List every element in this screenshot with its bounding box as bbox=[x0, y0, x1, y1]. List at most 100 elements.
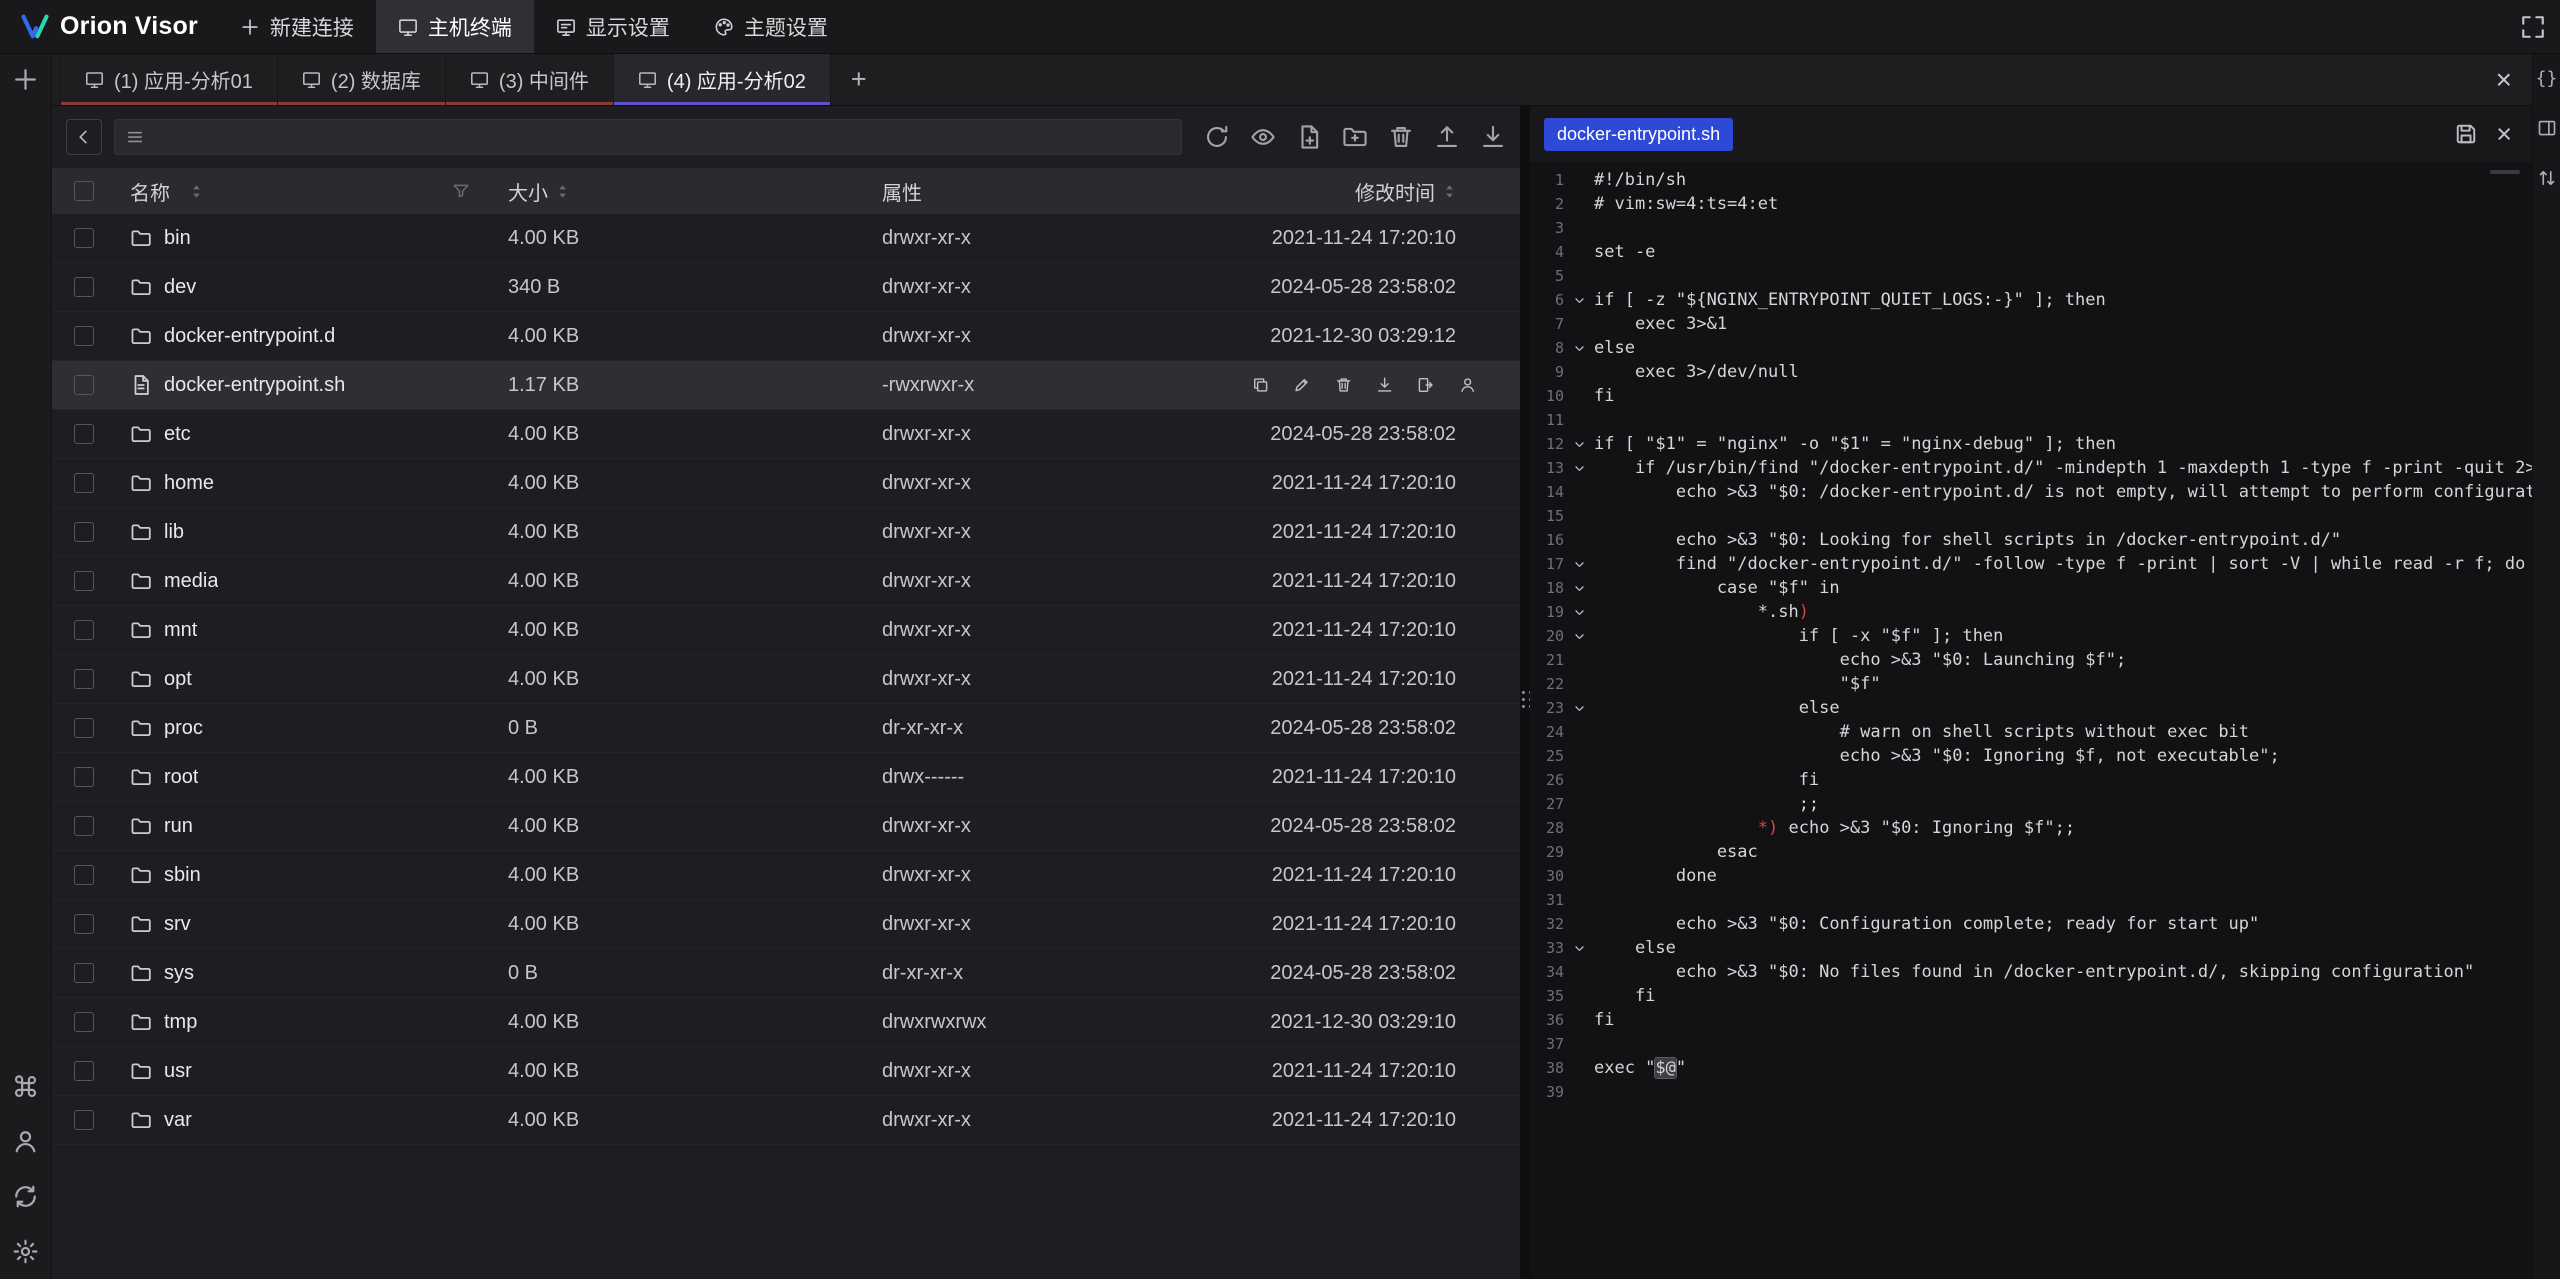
file-name[interactable]: docker-entrypoint.d bbox=[164, 325, 335, 348]
table-row[interactable]: opt4.00 KBdrwxr-xr-x2021-11-24 17:20:10 bbox=[52, 655, 1520, 704]
row-checkbox[interactable] bbox=[74, 228, 94, 248]
new-file-icon[interactable] bbox=[1296, 124, 1322, 150]
file-name[interactable]: etc bbox=[164, 423, 191, 446]
row-checkbox[interactable] bbox=[74, 1012, 94, 1032]
file-name[interactable]: proc bbox=[164, 717, 203, 740]
close-all-icon[interactable]: × bbox=[2496, 54, 2532, 105]
sort-size-icon[interactable] bbox=[556, 184, 569, 199]
editor-scrollbar[interactable] bbox=[2490, 170, 2520, 174]
fold-icon[interactable] bbox=[1564, 576, 1594, 600]
table-row[interactable]: bin4.00 KBdrwxr-xr-x2021-11-24 17:20:10 bbox=[52, 214, 1520, 263]
file-name[interactable]: usr bbox=[164, 1060, 192, 1083]
edit-icon[interactable] bbox=[1293, 374, 1310, 396]
table-row[interactable]: media4.00 KBdrwxr-xr-x2021-11-24 17:20:1… bbox=[52, 557, 1520, 606]
table-row[interactable]: proc0 Bdr-xr-xr-x2024-05-28 23:58:02 bbox=[52, 704, 1520, 753]
sort-name-icon[interactable] bbox=[190, 184, 203, 199]
row-checkbox[interactable] bbox=[74, 1110, 94, 1130]
add-icon[interactable] bbox=[12, 66, 39, 93]
table-row[interactable]: srv4.00 KBdrwxr-xr-x2021-11-24 17:20:10 bbox=[52, 900, 1520, 949]
code-editor[interactable]: 1#!/bin/sh2# vim:sw=4:ts=4:et34set -e56i… bbox=[1530, 162, 2532, 1279]
row-checkbox[interactable] bbox=[74, 424, 94, 444]
table-row[interactable]: sbin4.00 KBdrwxr-xr-x2021-11-24 17:20:10 bbox=[52, 851, 1520, 900]
copy-icon[interactable] bbox=[1252, 374, 1269, 396]
table-row[interactable]: tmp4.00 KBdrwxrwxrwx2021-12-30 03:29:10 bbox=[52, 998, 1520, 1047]
nav-host-terminal[interactable]: 主机终端 bbox=[376, 0, 534, 53]
row-checkbox[interactable] bbox=[74, 718, 94, 738]
file-name[interactable]: bin bbox=[164, 227, 191, 250]
download-icon[interactable] bbox=[1376, 374, 1393, 396]
fold-icon[interactable] bbox=[1564, 288, 1594, 312]
table-row[interactable]: lib4.00 KBdrwxr-xr-x2021-11-24 17:20:10 bbox=[52, 508, 1520, 557]
new-folder-icon[interactable] bbox=[1342, 124, 1368, 150]
fold-icon[interactable] bbox=[1564, 552, 1594, 576]
swap-icon[interactable] bbox=[2537, 168, 2557, 188]
split-panel-icon[interactable] bbox=[2537, 118, 2557, 138]
gear-icon[interactable] bbox=[12, 1238, 39, 1265]
sync-icon[interactable] bbox=[12, 1183, 39, 1210]
row-checkbox[interactable] bbox=[74, 522, 94, 542]
open-file-badge[interactable]: docker-entrypoint.sh bbox=[1544, 118, 1733, 151]
file-name[interactable]: home bbox=[164, 472, 214, 495]
row-checkbox[interactable] bbox=[74, 620, 94, 640]
sort-mtime-icon[interactable] bbox=[1443, 184, 1456, 199]
file-name[interactable]: var bbox=[164, 1109, 192, 1132]
file-name[interactable]: media bbox=[164, 570, 218, 593]
braces-icon[interactable]: {} bbox=[2537, 68, 2557, 88]
user-icon[interactable] bbox=[12, 1128, 39, 1155]
file-name[interactable]: lib bbox=[164, 521, 184, 544]
fold-icon[interactable] bbox=[1564, 624, 1594, 648]
new-tab-button[interactable]: + bbox=[831, 54, 887, 105]
table-row[interactable]: sys0 Bdr-xr-xr-x2024-05-28 23:58:02 bbox=[52, 949, 1520, 998]
upload-icon[interactable] bbox=[1434, 124, 1460, 150]
preview-icon[interactable] bbox=[1250, 124, 1276, 150]
file-name[interactable]: docker-entrypoint.sh bbox=[164, 374, 345, 397]
move-icon[interactable] bbox=[1417, 374, 1434, 396]
row-checkbox[interactable] bbox=[74, 473, 94, 493]
table-row[interactable]: root4.00 KBdrwx------2021-11-24 17:20:10 bbox=[52, 753, 1520, 802]
fold-icon[interactable] bbox=[1564, 600, 1594, 624]
table-row[interactable]: run4.00 KBdrwxr-xr-x2024-05-28 23:58:02 bbox=[52, 802, 1520, 851]
terminal-tab[interactable]: (3) 中间件 bbox=[446, 54, 614, 105]
row-checkbox[interactable] bbox=[74, 816, 94, 836]
table-row[interactable]: etc4.00 KBdrwxr-xr-x2024-05-28 23:58:02 bbox=[52, 410, 1520, 459]
refresh-icon[interactable] bbox=[1204, 124, 1230, 150]
table-row[interactable]: usr4.00 KBdrwxr-xr-x2021-11-24 17:20:10 bbox=[52, 1047, 1520, 1096]
table-row[interactable]: mnt4.00 KBdrwxr-xr-x2021-11-24 17:20:10 bbox=[52, 606, 1520, 655]
nav-display-settings[interactable]: 显示设置 bbox=[534, 0, 692, 53]
table-row[interactable]: home4.00 KBdrwxr-xr-x2021-11-24 17:20:10 bbox=[52, 459, 1520, 508]
file-name[interactable]: srv bbox=[164, 913, 191, 936]
file-name[interactable]: sys bbox=[164, 962, 194, 985]
row-checkbox[interactable] bbox=[74, 914, 94, 934]
save-icon[interactable] bbox=[2454, 122, 2478, 146]
row-checkbox[interactable] bbox=[74, 1061, 94, 1081]
row-checkbox[interactable] bbox=[74, 865, 94, 885]
file-name[interactable]: tmp bbox=[164, 1011, 197, 1034]
fold-icon[interactable] bbox=[1564, 336, 1594, 360]
terminal-tab[interactable]: (2) 数据库 bbox=[278, 54, 446, 105]
fold-icon[interactable] bbox=[1564, 432, 1594, 456]
file-name[interactable]: run bbox=[164, 815, 193, 838]
close-editor-icon[interactable]: × bbox=[2496, 121, 2512, 148]
path-list-icon[interactable] bbox=[125, 127, 145, 147]
row-checkbox[interactable] bbox=[74, 571, 94, 591]
back-button[interactable] bbox=[66, 119, 102, 155]
fullscreen-icon[interactable] bbox=[2520, 14, 2546, 40]
file-name[interactable]: mnt bbox=[164, 619, 197, 642]
nav-new-connection[interactable]: 新建连接 bbox=[218, 0, 376, 53]
file-name[interactable]: dev bbox=[164, 276, 196, 299]
select-all-checkbox[interactable] bbox=[74, 181, 94, 201]
permission-icon[interactable] bbox=[1459, 374, 1476, 396]
table-row[interactable]: docker-entrypoint.sh1.17 KB-rwxrwxr-x bbox=[52, 361, 1520, 410]
command-icon[interactable] bbox=[12, 1073, 39, 1100]
fold-icon[interactable] bbox=[1564, 936, 1594, 960]
nav-theme-settings[interactable]: 主题设置 bbox=[692, 0, 850, 53]
file-name[interactable]: opt bbox=[164, 668, 192, 691]
file-name[interactable]: root bbox=[164, 766, 198, 789]
row-checkbox[interactable] bbox=[74, 767, 94, 787]
table-row[interactable]: var4.00 KBdrwxr-xr-x2021-11-24 17:20:10 bbox=[52, 1096, 1520, 1145]
download-icon[interactable] bbox=[1480, 124, 1506, 150]
delete-icon[interactable] bbox=[1388, 124, 1414, 150]
path-input[interactable] bbox=[114, 119, 1182, 155]
terminal-tab[interactable]: (4) 应用-分析02 bbox=[614, 54, 831, 105]
row-checkbox[interactable] bbox=[74, 277, 94, 297]
